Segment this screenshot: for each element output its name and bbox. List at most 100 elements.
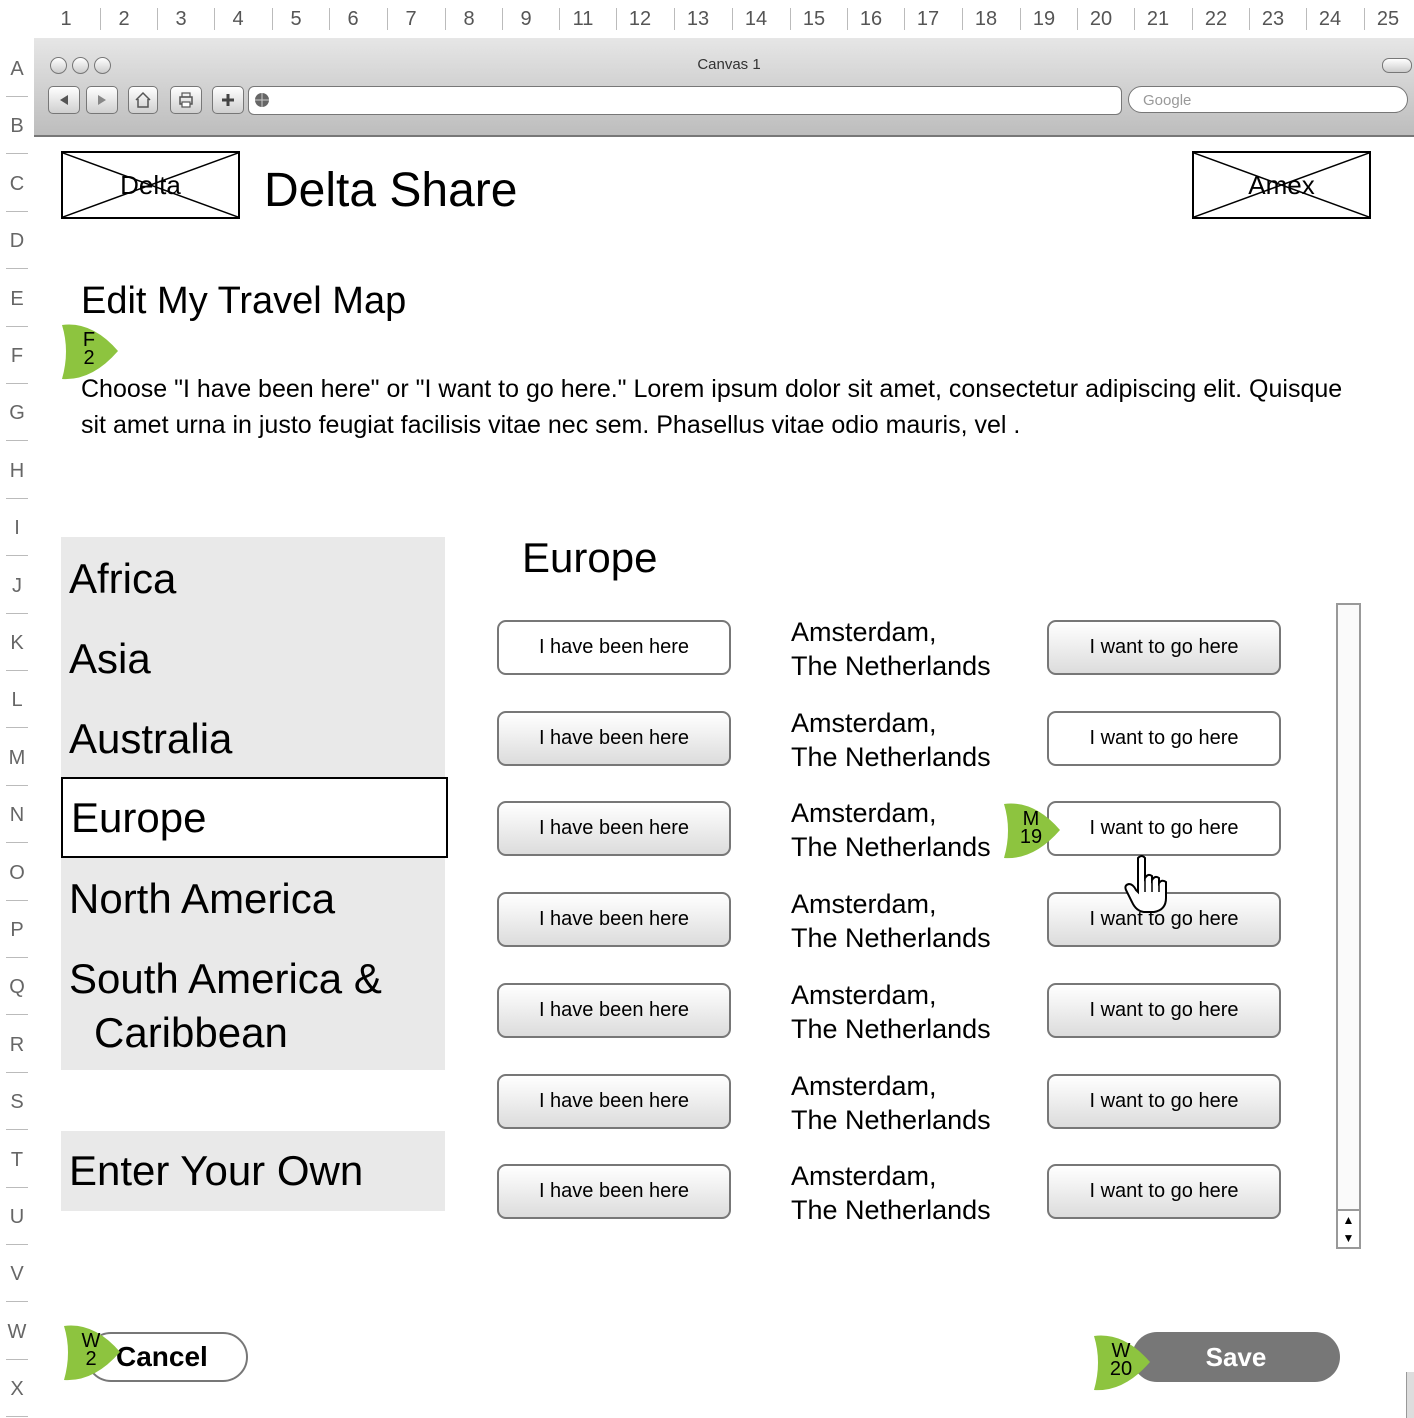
ruler-tick bbox=[6, 96, 28, 97]
enter-your-own[interactable]: Enter Your Own bbox=[61, 1131, 445, 1211]
ruler-row-label: S bbox=[10, 1091, 24, 1114]
ruler-tick bbox=[329, 8, 330, 30]
been-here-button[interactable]: I have been here bbox=[497, 801, 731, 857]
been-here-button[interactable]: I have been here bbox=[497, 1073, 731, 1129]
ruler-column-label: 14 bbox=[744, 7, 768, 30]
ruler-tick bbox=[1077, 8, 1078, 30]
search-input[interactable]: Google bbox=[1128, 86, 1408, 113]
globe-icon bbox=[255, 93, 269, 107]
forward-button[interactable] bbox=[86, 86, 118, 114]
ruler-column-label: 11 bbox=[572, 7, 594, 30]
save-button[interactable]: Save bbox=[1132, 1332, 1340, 1382]
ruler-tick bbox=[6, 957, 28, 958]
toolbar-toggle-button[interactable] bbox=[1382, 58, 1412, 73]
region-australia[interactable]: Australia bbox=[61, 715, 445, 763]
want-to-go-button[interactable]: I want to go here bbox=[1047, 801, 1281, 857]
home-button[interactable] bbox=[128, 86, 158, 114]
ruler-tick bbox=[732, 8, 733, 30]
destination-name: Amsterdam, The Netherlands bbox=[791, 887, 991, 955]
ruler-column-label: 5 bbox=[290, 7, 302, 30]
ruler-tick bbox=[674, 8, 675, 30]
destination-name: Amsterdam, The Netherlands bbox=[791, 706, 991, 774]
ruler-tick bbox=[6, 1014, 28, 1016]
ruler-row-label: W bbox=[7, 1320, 27, 1343]
been-here-button[interactable]: I have been here bbox=[497, 982, 731, 1038]
ruler-tick bbox=[559, 8, 560, 30]
been-here-button[interactable]: I have been here bbox=[497, 620, 731, 675]
left-ruler: A B C D E F G H I J K L M N O P Q R S T U V W X bbox=[0, 38, 35, 1418]
ruler-tick bbox=[6, 1071, 28, 1073]
ruler-row-label: X bbox=[10, 1378, 24, 1401]
address-bar[interactable] bbox=[248, 86, 1122, 115]
ruler-tick bbox=[6, 1244, 28, 1245]
ruler-column-label: 23 bbox=[1261, 7, 1285, 30]
window-scrollbar[interactable] bbox=[1406, 1372, 1414, 1418]
been-here-button[interactable]: I have been here bbox=[497, 710, 731, 766]
want-to-go-button[interactable]: I want to go here bbox=[1047, 1073, 1281, 1129]
amex-logo-placeholder: Amex bbox=[1192, 151, 1371, 219]
plus-icon bbox=[222, 94, 234, 106]
scroll-down-icon[interactable]: ▼ bbox=[1338, 1229, 1359, 1247]
region-europe-label: Europe bbox=[71, 793, 207, 841]
want-to-go-button[interactable]: I want to go here bbox=[1047, 982, 1281, 1038]
want-to-go-button[interactable]: I want to go here bbox=[1047, 1164, 1281, 1220]
add-bookmark-button[interactable] bbox=[212, 86, 244, 114]
region-north-america[interactable]: North America bbox=[61, 875, 445, 923]
ruler-row-label: U bbox=[9, 1206, 25, 1228]
ruler-column-label: 22 bbox=[1204, 7, 1228, 30]
ruler-column-label: 15 bbox=[802, 7, 826, 30]
scroll-arrows[interactable]: ▲ ▼ bbox=[1336, 1209, 1361, 1249]
ruler-column-label: 9 bbox=[520, 7, 532, 30]
been-here-button[interactable]: I have been here bbox=[497, 892, 731, 948]
region-heading: Europe bbox=[522, 534, 658, 581]
region-south-america[interactable]: South America & Caribbean bbox=[61, 955, 445, 1057]
destination-scrollbar[interactable] bbox=[1336, 603, 1361, 1248]
ruler-row-label: L bbox=[11, 689, 23, 712]
print-icon bbox=[179, 92, 193, 108]
region-asia[interactable]: Asia bbox=[61, 635, 445, 683]
ruler-tick bbox=[6, 440, 28, 442]
ruler-row-label: J bbox=[12, 574, 22, 597]
ruler-tick bbox=[1134, 8, 1135, 30]
been-here-button[interactable]: I have been here bbox=[497, 1164, 731, 1220]
ruler-tick bbox=[962, 8, 963, 30]
ruler-row-label: I bbox=[14, 517, 20, 540]
annotation-marker-m19: M 19 bbox=[1004, 800, 1060, 860]
ruler-tick bbox=[904, 8, 905, 30]
ruler-tick bbox=[1020, 8, 1021, 30]
destination-country: The Netherlands bbox=[791, 832, 991, 863]
ruler-tick bbox=[100, 8, 101, 30]
ruler-column-label: 13 bbox=[686, 7, 710, 30]
destination-country: The Netherlands bbox=[791, 1013, 991, 1044]
top-ruler: 1 2 3 4 5 6 7 8 9 11 12 13 14 15 16 17 18 19 20 21 22 23 24 25 bbox=[0, 0, 1414, 39]
ruler-row-label: N bbox=[9, 804, 25, 827]
ruler-tick bbox=[1364, 8, 1365, 30]
ruler-row-label: C bbox=[9, 172, 25, 195]
scroll-up-icon[interactable]: ▲ bbox=[1338, 1211, 1359, 1229]
window-title: Canvas 1 bbox=[697, 56, 761, 73]
region-africa[interactable]: Africa bbox=[61, 555, 445, 603]
marker-number: 2 bbox=[85, 1348, 97, 1370]
ruler-column-label: 25 bbox=[1376, 7, 1400, 30]
print-button[interactable] bbox=[170, 86, 202, 114]
browser-window: Canvas 1 Google Delta Delta Share Amex E… bbox=[34, 38, 1414, 1418]
destination-city: Amsterdam, bbox=[791, 798, 937, 829]
region-europe[interactable]: Europe bbox=[61, 777, 448, 858]
destination-country: The Netherlands bbox=[791, 1104, 991, 1135]
ruler-tick bbox=[1249, 8, 1250, 30]
want-to-go-button[interactable]: I want to go here bbox=[1047, 620, 1281, 675]
back-button[interactable] bbox=[48, 86, 80, 114]
destination-name: Amsterdam, The Netherlands bbox=[791, 978, 991, 1046]
ruler-tick bbox=[387, 8, 388, 30]
ruler-row-label: P bbox=[10, 919, 24, 941]
ruler-tick bbox=[6, 555, 28, 557]
delta-logo-placeholder: Delta bbox=[61, 151, 240, 219]
destination-country: The Netherlands bbox=[791, 1195, 991, 1226]
cancel-label: Cancel bbox=[116, 1341, 208, 1372]
ruler-row-label: V bbox=[10, 1263, 24, 1286]
destination-country: The Netherlands bbox=[791, 923, 991, 954]
ruler-column-label: 21 bbox=[1146, 7, 1170, 30]
browser-toolbar: Canvas 1 Google bbox=[34, 38, 1414, 137]
want-to-go-button[interactable]: I want to go here bbox=[1047, 710, 1281, 766]
ruler-column-label: 18 bbox=[974, 7, 998, 30]
